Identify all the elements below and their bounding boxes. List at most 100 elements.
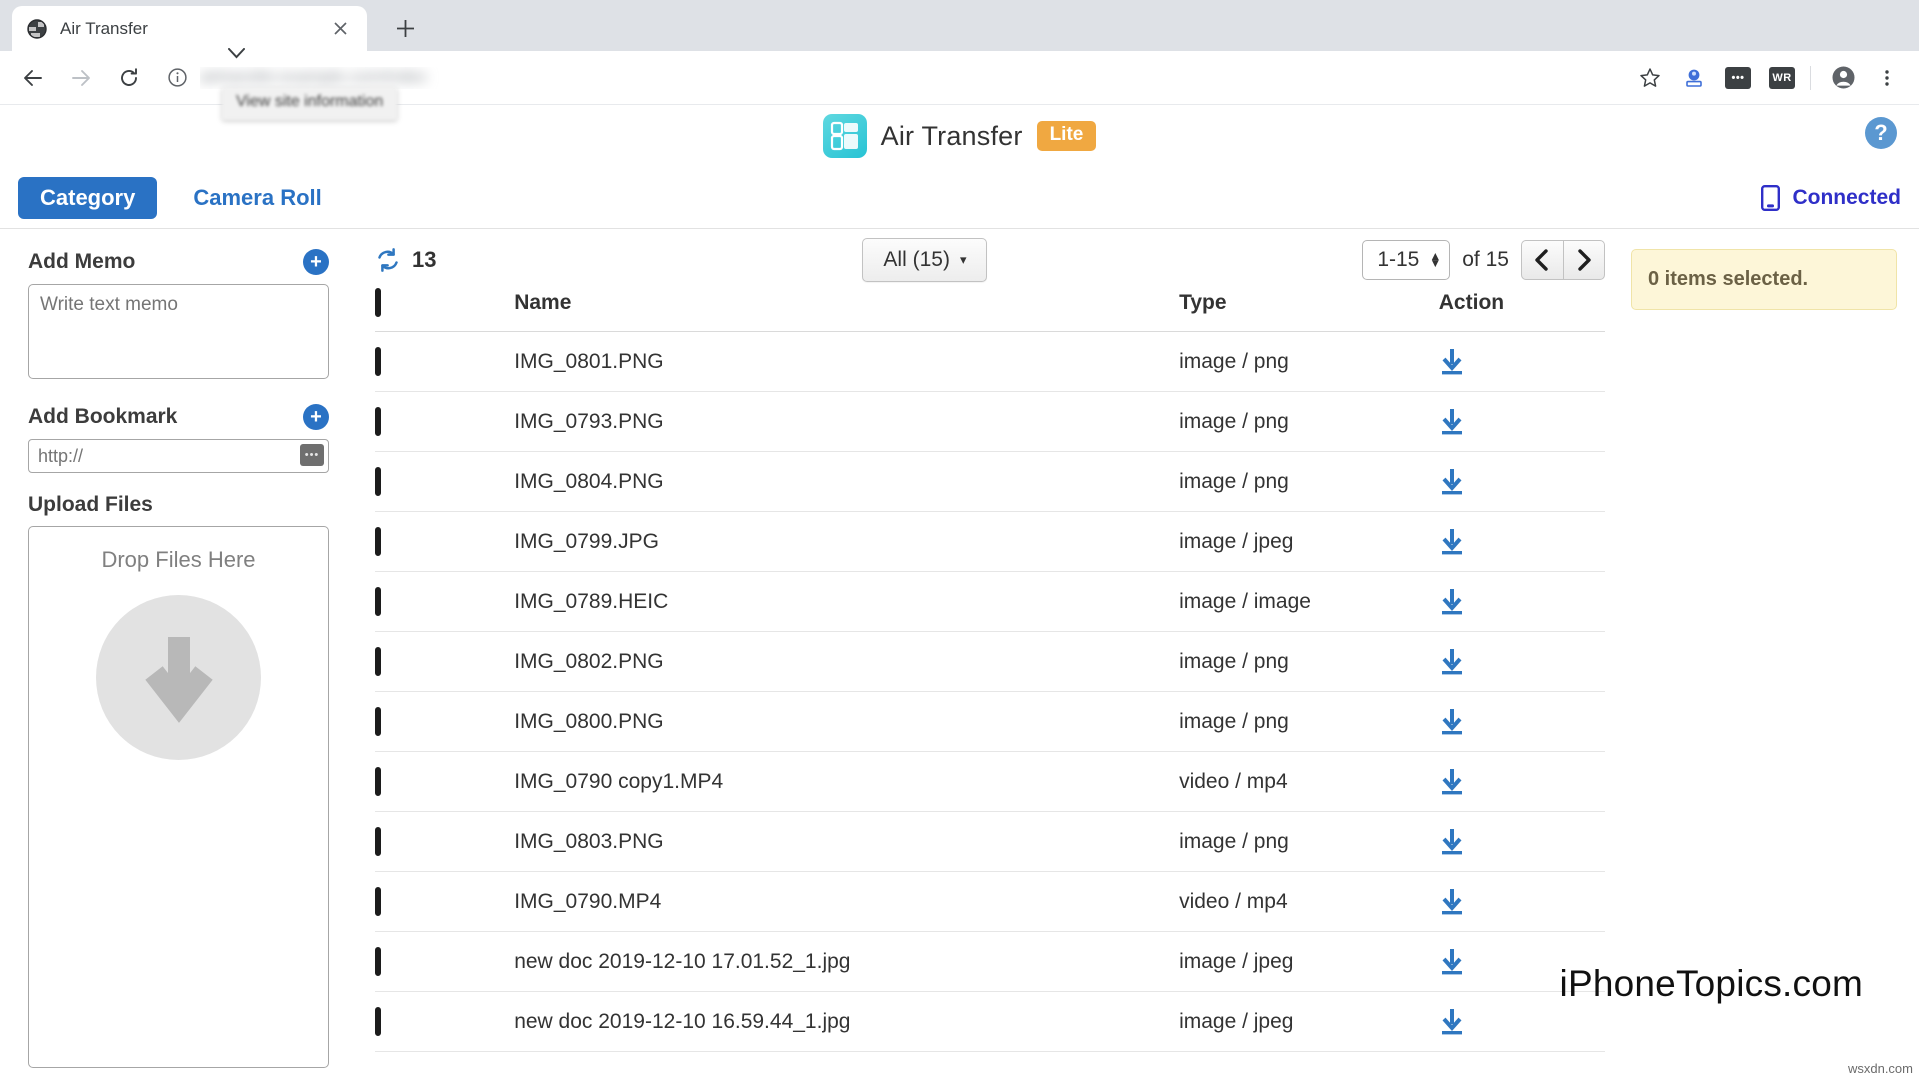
table-row[interactable]: IMG_0803.PNGimage / png <box>375 812 1605 872</box>
refresh-sync-icon[interactable] <box>375 247 401 273</box>
new-tab-button[interactable] <box>385 8 425 48</box>
add-memo-label: Add Memo <box>28 250 135 274</box>
table-row[interactable]: IMG_0790.MP4video / mp4 <box>375 872 1605 932</box>
download-icon[interactable] <box>1439 408 1605 436</box>
upload-files-header: Upload Files <box>28 493 329 517</box>
extension-dots-badge[interactable]: ••• <box>1718 58 1758 98</box>
download-icon[interactable] <box>1439 588 1605 616</box>
info-circle-icon[interactable] <box>160 61 194 95</box>
table-row[interactable]: IMG_0799.JPGimage / jpeg <box>375 512 1605 572</box>
add-bookmark-header: Add Bookmark + <box>28 404 329 430</box>
row-name-cell[interactable]: IMG_0793.PNG <box>514 392 1179 452</box>
download-icon[interactable] <box>1439 348 1605 376</box>
row-checkbox[interactable] <box>375 527 381 556</box>
row-name-cell[interactable]: IMG_0803.PNG <box>514 812 1179 872</box>
page-range-stepper[interactable]: 1-15 ▲▼ <box>1362 240 1450 280</box>
row-name-cell[interactable]: IMG_0801.PNG <box>514 332 1179 392</box>
row-checkbox[interactable] <box>375 947 381 976</box>
row-action-cell <box>1439 992 1605 1052</box>
row-type-cell: image / jpeg <box>1179 512 1439 572</box>
tab-category[interactable]: Category <box>18 177 157 219</box>
keyboard-icon[interactable]: ••• <box>300 444 324 466</box>
prev-page-button[interactable] <box>1521 240 1563 280</box>
row-thumb-cell <box>439 632 514 692</box>
table-row[interactable]: IMG_0800.PNGimage / png <box>375 692 1605 752</box>
row-name-cell[interactable]: IMG_0799.JPG <box>514 512 1179 572</box>
download-icon[interactable] <box>1439 1008 1605 1036</box>
extension-wr-badge[interactable]: WR <box>1762 58 1802 98</box>
sidebar: Add Memo + Add Bookmark + ••• Upload Fil… <box>0 229 355 1079</box>
download-icon[interactable] <box>1439 708 1605 736</box>
row-checkbox[interactable] <box>375 707 381 736</box>
row-action-cell <box>1439 812 1605 872</box>
table-row[interactable]: IMG_0790 copy1.MP4video / mp4 <box>375 752 1605 812</box>
table-row[interactable]: IMG_0789.HEICimage / image <box>375 572 1605 632</box>
bookmark-url-input[interactable] <box>28 439 329 473</box>
close-icon[interactable] <box>327 16 353 42</box>
thumbnail-header <box>439 291 514 332</box>
row-name-cell[interactable]: new doc 2019-12-10 16.59.44_1.jpg <box>514 992 1179 1052</box>
row-select-cell <box>375 452 439 512</box>
profile-avatar-icon[interactable] <box>1823 58 1863 98</box>
row-thumb-cell <box>439 872 514 932</box>
next-page-button[interactable] <box>1563 240 1605 280</box>
download-icon[interactable] <box>1439 888 1605 916</box>
download-icon[interactable] <box>1439 528 1605 556</box>
row-checkbox[interactable] <box>375 467 381 496</box>
table-row[interactable]: IMG_0804.PNGimage / png <box>375 452 1605 512</box>
row-name-cell[interactable]: IMG_0790 copy1.MP4 <box>514 752 1179 812</box>
row-checkbox[interactable] <box>375 767 381 796</box>
browser-tab-title: Air Transfer <box>60 19 327 39</box>
row-action-cell <box>1439 392 1605 452</box>
row-name-cell[interactable]: IMG_0804.PNG <box>514 452 1179 512</box>
bookmark-star-icon[interactable] <box>1630 58 1670 98</box>
row-thumb-cell <box>439 452 514 512</box>
browser-tab[interactable]: Air Transfer <box>12 6 367 51</box>
help-icon[interactable]: ? <box>1865 117 1897 149</box>
row-name-cell[interactable]: new doc 2019-12-10 17.01.52_1.jpg <box>514 932 1179 992</box>
add-memo-plus-icon[interactable]: + <box>303 249 329 275</box>
row-checkbox[interactable] <box>375 587 381 616</box>
row-type-cell: image / jpeg <box>1179 932 1439 992</box>
row-thumb-cell <box>439 692 514 752</box>
browser-menu-icon[interactable] <box>1867 58 1907 98</box>
download-icon[interactable] <box>1439 768 1605 796</box>
row-name-cell[interactable]: IMG_0800.PNG <box>514 692 1179 752</box>
site-info-tooltip: View site information <box>222 88 397 120</box>
row-checkbox[interactable] <box>375 887 381 916</box>
file-table-body: IMG_0801.PNGimage / pngIMG_0793.PNGimage… <box>375 332 1605 1052</box>
row-checkbox[interactable] <box>375 827 381 856</box>
table-row[interactable]: IMG_0793.PNGimage / png <box>375 392 1605 452</box>
table-row[interactable]: new doc 2019-12-10 17.01.52_1.jpgimage /… <box>375 932 1605 992</box>
table-row[interactable]: IMG_0801.PNGimage / png <box>375 332 1605 392</box>
row-checkbox[interactable] <box>375 407 381 436</box>
reload-button[interactable] <box>108 57 150 99</box>
row-checkbox[interactable] <box>375 347 381 376</box>
add-bookmark-plus-icon[interactable]: + <box>303 404 329 430</box>
toolbar-icon-group: ••• WR <box>1626 58 1907 98</box>
select-all-checkbox[interactable] <box>375 288 381 317</box>
extension-blue-icon[interactable] <box>1674 58 1714 98</box>
table-row[interactable]: new doc 2019-12-10 16.59.44_1.jpgimage /… <box>375 992 1605 1052</box>
forward-button[interactable] <box>60 57 102 99</box>
file-dropzone[interactable]: Drop Files Here <box>28 526 329 1068</box>
refresh-group[interactable]: 13 <box>375 247 675 273</box>
tab-camera-roll[interactable]: Camera Roll <box>193 185 321 211</box>
row-name-cell[interactable]: IMG_0802.PNG <box>514 632 1179 692</box>
memo-input[interactable] <box>28 284 329 379</box>
download-icon[interactable] <box>1439 828 1605 856</box>
table-row[interactable]: IMG_0802.PNGimage / png <box>375 632 1605 692</box>
back-button[interactable] <box>12 57 54 99</box>
row-name-cell[interactable]: IMG_0790.MP4 <box>514 872 1179 932</box>
row-thumb-cell <box>439 392 514 452</box>
row-checkbox[interactable] <box>375 1007 381 1036</box>
filter-dropdown-button[interactable]: All (15) ▾ <box>862 238 987 282</box>
row-name-cell[interactable]: IMG_0789.HEIC <box>514 572 1179 632</box>
stepper-arrows-icon[interactable]: ▲▼ <box>1429 253 1441 267</box>
row-thumb-cell <box>439 752 514 812</box>
download-icon[interactable] <box>1439 948 1605 976</box>
download-icon[interactable] <box>1439 648 1605 676</box>
row-type-cell: image / png <box>1179 452 1439 512</box>
row-checkbox[interactable] <box>375 647 381 676</box>
download-icon[interactable] <box>1439 468 1605 496</box>
